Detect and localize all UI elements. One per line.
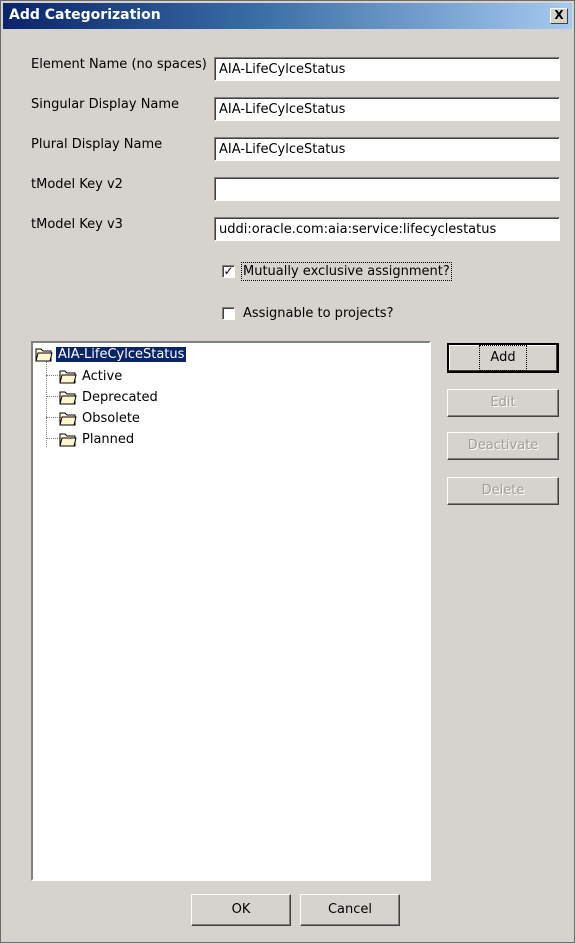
category-tree[interactable]: AIA-LifeCylceStatus Active Deprecated Ob… <box>31 341 431 881</box>
tmodel-v3-field[interactable]: uddi:oracle.com:aia:service:lifecyclesta… <box>214 217 560 241</box>
tree-node-label: AIA-LifeCylceStatus <box>56 346 187 362</box>
add-button[interactable]: Add <box>447 343 559 373</box>
cancel-button[interactable]: Cancel <box>300 894 400 926</box>
assignable-projects-option[interactable]: Assignable to projects? <box>222 303 393 323</box>
tree-node-label: Active <box>82 368 123 384</box>
tree-connector <box>46 396 60 397</box>
tree-node-label: Deprecated <box>82 389 158 405</box>
tree-node-obsolete[interactable]: Obsolete <box>59 408 142 428</box>
element-name-field[interactable]: AIA-LifeCylceStatus <box>214 57 560 81</box>
deactivate-button[interactable]: Deactivate <box>447 432 559 460</box>
edit-button[interactable]: Edit <box>447 389 559 417</box>
plural-name-label: Plural Display Name <box>31 137 163 152</box>
singular-name-field[interactable]: AIA-LifeCylceStatus <box>214 97 560 121</box>
tree-connector <box>46 375 60 376</box>
folder-icon <box>35 348 53 362</box>
delete-button[interactable]: Delete <box>447 477 559 505</box>
tree-node-root[interactable]: AIA-LifeCylceStatus <box>35 344 187 364</box>
tree-node-label: Planned <box>82 431 135 447</box>
add-button-label: Add <box>479 345 527 371</box>
tree-connector-vertical <box>46 361 47 447</box>
tmodel-v3-label: tModel Key v3 <box>31 217 123 232</box>
add-categorization-dialog: Add Categorization X Element Name (no sp… <box>0 0 575 943</box>
window-title: Add Categorization <box>9 7 161 23</box>
title-bar[interactable]: Add Categorization X <box>3 3 572 29</box>
mutually-exclusive-option[interactable]: ✓ Mutually exclusive assignment? <box>222 261 452 281</box>
tree-connector <box>46 417 60 418</box>
folder-icon <box>59 433 77 447</box>
tree-node-label: Obsolete <box>82 410 140 426</box>
singular-name-label: Singular Display Name <box>31 97 180 112</box>
tree-node-active[interactable]: Active <box>59 366 124 386</box>
tree-node-deprecated[interactable]: Deprecated <box>59 387 160 407</box>
plural-name-field[interactable]: AIA-LifeCylceStatus <box>214 137 560 161</box>
folder-icon <box>59 412 77 426</box>
tmodel-v2-label: tModel Key v2 <box>31 177 123 192</box>
mutually-exclusive-checkbox[interactable]: ✓ <box>222 264 235 278</box>
tree-node-planned[interactable]: Planned <box>59 429 136 449</box>
tree-connector <box>46 438 60 439</box>
element-name-label: Element Name (no spaces) <box>31 57 207 72</box>
ok-button[interactable]: OK <box>191 894 291 926</box>
folder-icon <box>59 370 77 384</box>
tmodel-v2-field[interactable] <box>214 177 560 201</box>
assignable-projects-label[interactable]: Assignable to projects? <box>243 306 393 321</box>
mutually-exclusive-label[interactable]: Mutually exclusive assignment? <box>241 261 452 281</box>
close-icon[interactable]: X <box>550 8 568 24</box>
folder-icon <box>59 391 77 405</box>
assignable-projects-checkbox[interactable] <box>222 306 235 320</box>
